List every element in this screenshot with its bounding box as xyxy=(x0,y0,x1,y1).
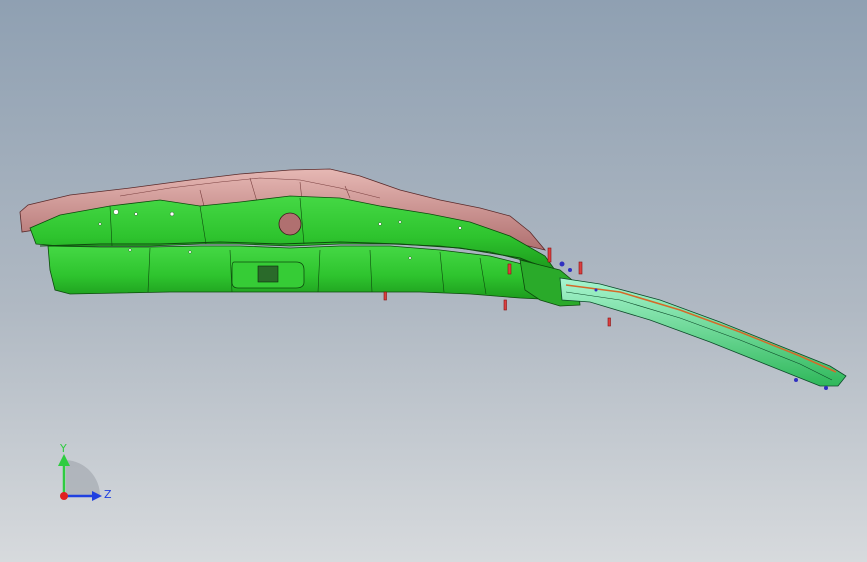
access-plug xyxy=(257,265,279,283)
z-axis-label: Z xyxy=(104,488,112,501)
origin-marker xyxy=(60,492,68,500)
graphics-viewport[interactable]: Y Z xyxy=(0,0,867,562)
body-hole-large xyxy=(278,212,302,236)
y-axis-label: Y xyxy=(59,442,67,455)
coordinate-triad-icon: Y Z xyxy=(58,442,112,501)
rail-arm xyxy=(559,277,847,387)
cad-part-model[interactable] xyxy=(0,0,867,562)
y-axis-arrow xyxy=(58,454,70,466)
